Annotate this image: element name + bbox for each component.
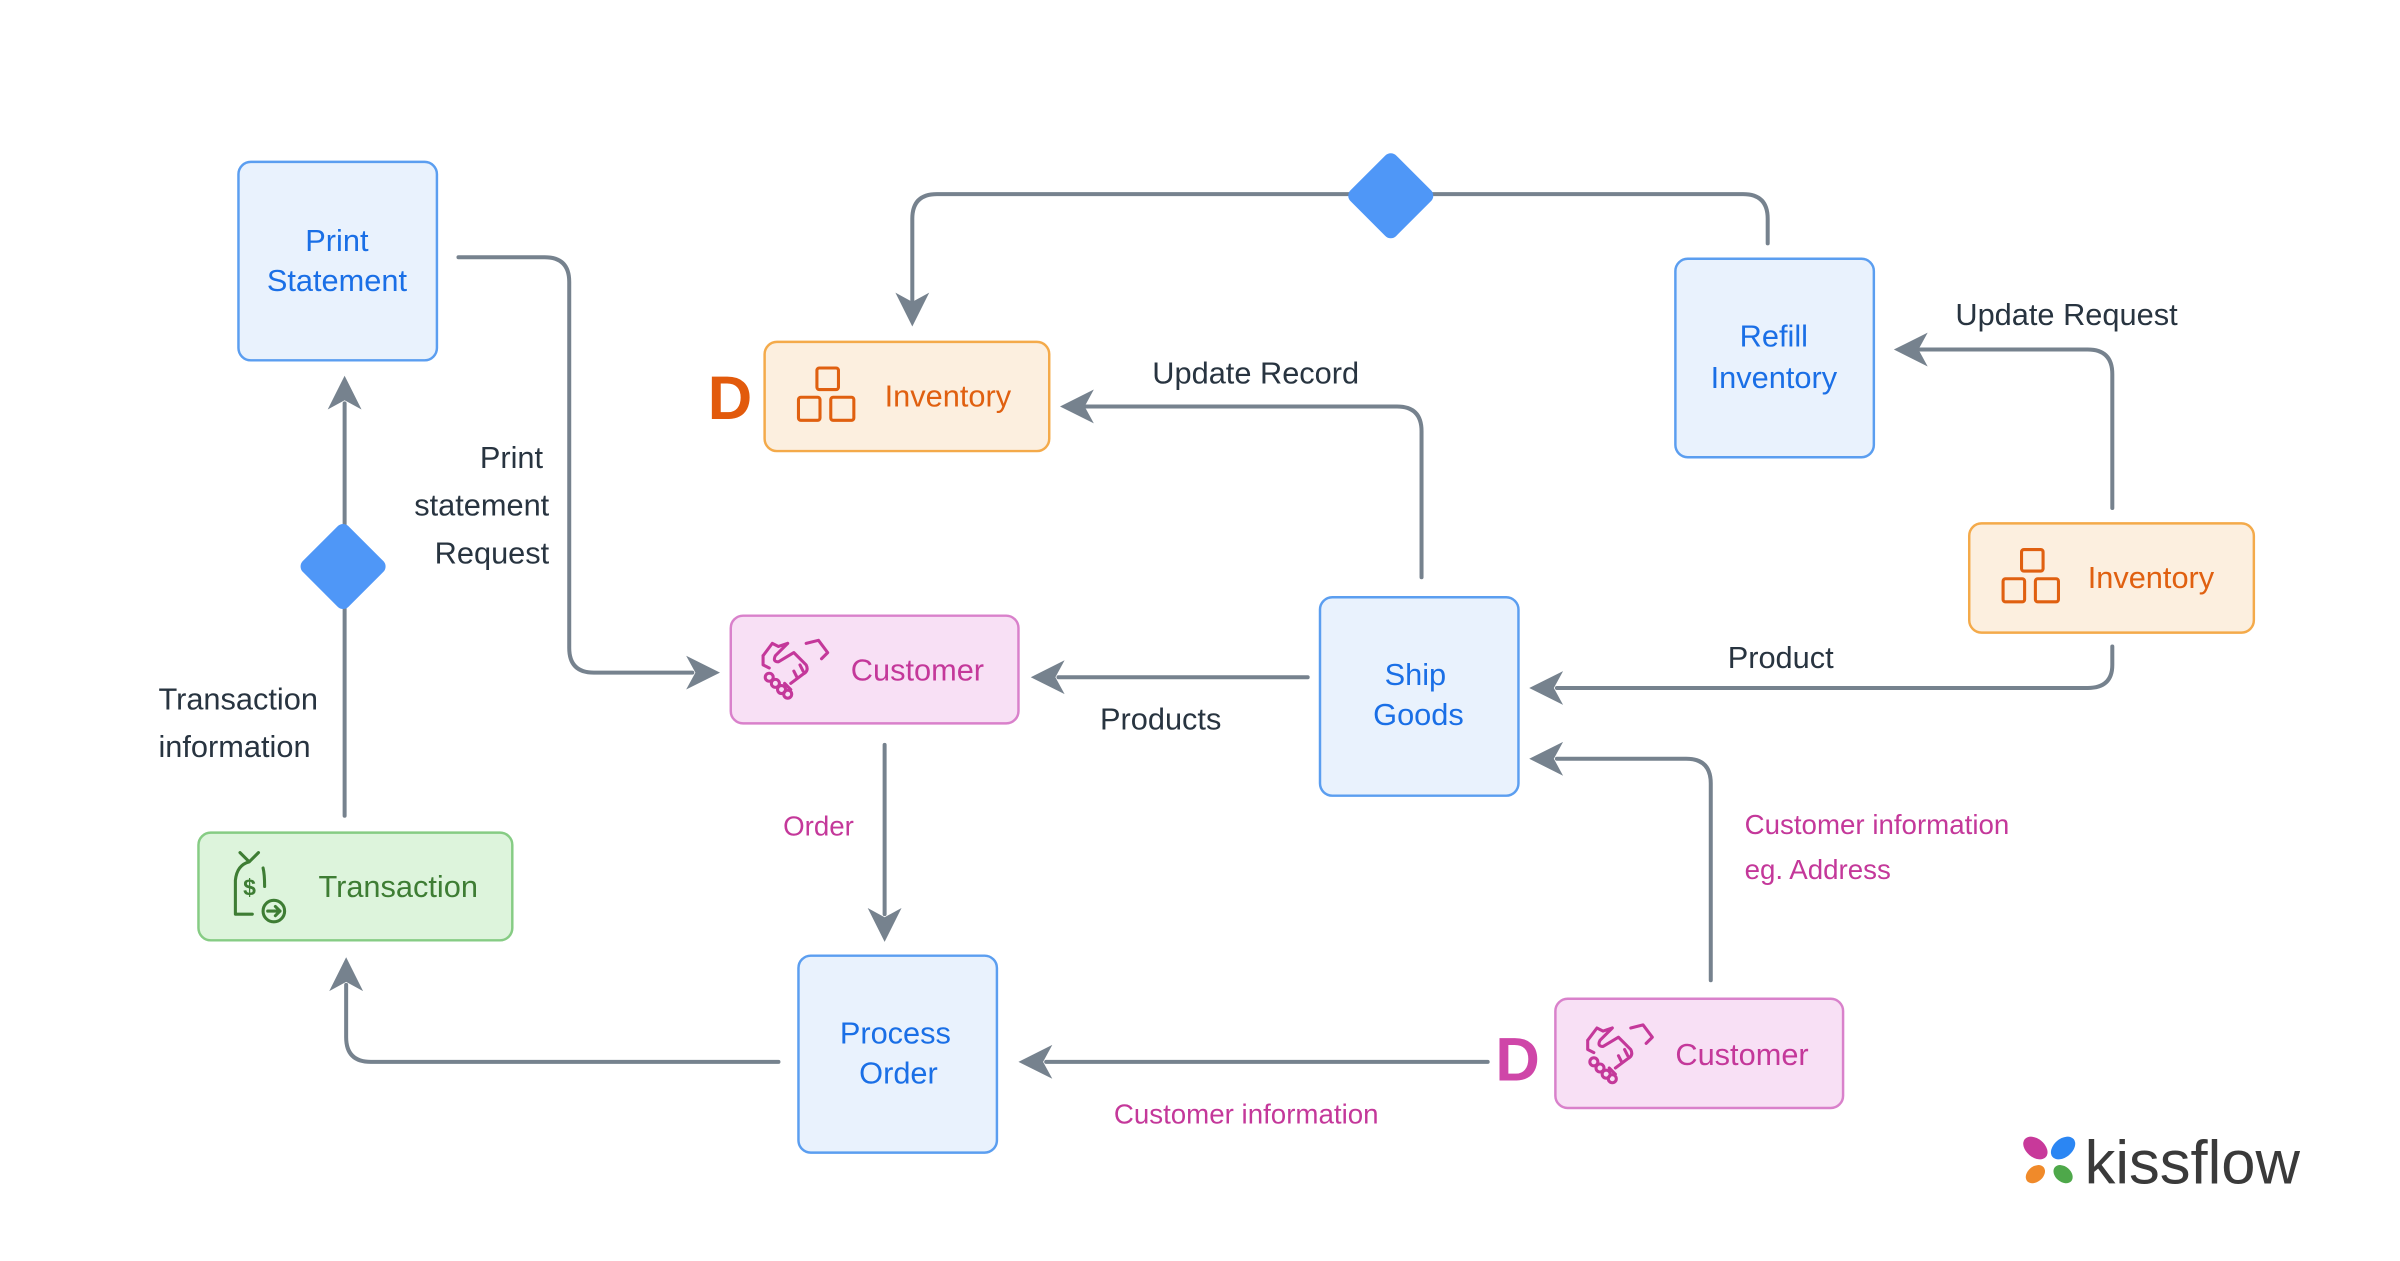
label-customer-info-address-2: eg. Address [1745,854,1891,885]
logo-petal [2023,1136,2048,1160]
process-ship-goods[interactable]: Ship Goods [1318,596,1520,797]
label-update-record: Update Record [1152,355,1359,390]
edge-inventory-right-to-refill [1893,332,2115,510]
edge-customer-bottom-to-process-order [1018,1044,1490,1079]
logo-text: kissflow [2085,1128,2301,1197]
inventory-top-label: Inventory [885,378,1012,413]
edge-ship-to-customer-center [1030,660,1310,695]
process-order-line1: Process [840,1015,951,1050]
label-print-request-2: statement [414,488,549,523]
customer-bottom-label: Customer [1675,1037,1808,1072]
label-order: Order [783,811,854,842]
label-update-request: Update Request [1955,297,2178,332]
logo-petal [2025,1165,2046,1184]
edge-ship-to-inventory-top [1060,389,1424,580]
label-transaction-info-1: Transaction [158,682,318,717]
label-product: Product [1728,640,1834,675]
edge-process-order-to-transaction [329,957,781,1064]
edge-customer-bottom-to-ship [1529,741,1713,983]
ship-goods-line1: Ship [1385,657,1447,692]
edge-customer-center-to-process-order [867,742,902,942]
label-customer-info-address-1: Customer information [1745,809,2010,840]
label-print-request-1: Print [480,440,544,475]
diagram-canvas: Print Statement Refill Inventory Ship Go… [0,0,2400,1256]
entity-customer-bottom[interactable]: Customer [1554,997,1845,1110]
kissflow-logo: kissflow [2023,1128,2301,1197]
svg-text:$: $ [243,875,256,901]
label-customer-information: Customer information [1114,1098,1379,1129]
process-refill-inventory[interactable]: Refill Inventory [1674,257,1876,459]
inventory-right-label: Inventory [2088,560,2215,595]
butterfly-icon [2023,1136,2076,1184]
print-statement-line2: Statement [267,263,408,298]
entity-customer-center[interactable]: Customer [729,614,1020,725]
datastore-inventory-right[interactable]: Inventory [1968,522,2256,634]
process-print-statement[interactable]: Print Statement [237,160,439,362]
external-transaction[interactable]: $ Transaction [197,831,514,942]
decision-diamond-top [1348,153,1434,239]
refill-inventory-line1: Refill [1740,318,1808,353]
logo-petal [2053,1165,2073,1184]
label-print-request-3: Request [435,535,550,570]
process-process-order[interactable]: Process Order [797,954,999,1154]
refill-inventory-line2: Inventory [1711,360,1838,395]
logo-petal [2050,1136,2076,1160]
label-products: Products [1100,702,1221,737]
entity-marker-d: D [1495,1025,1539,1094]
transaction-label: Transaction [318,869,478,904]
datastore-inventory-top[interactable]: Inventory [763,340,1051,453]
decision-diamond-left [300,523,386,609]
datastore-marker-d: D [708,364,752,433]
label-transaction-info-2: information [158,729,310,764]
customer-center-label: Customer [851,652,984,687]
edge-refill-to-inventory-top [895,192,1770,327]
process-order-line2: Order [859,1055,938,1090]
print-statement-line1: Print [305,223,369,258]
ship-goods-line2: Goods [1373,697,1464,732]
